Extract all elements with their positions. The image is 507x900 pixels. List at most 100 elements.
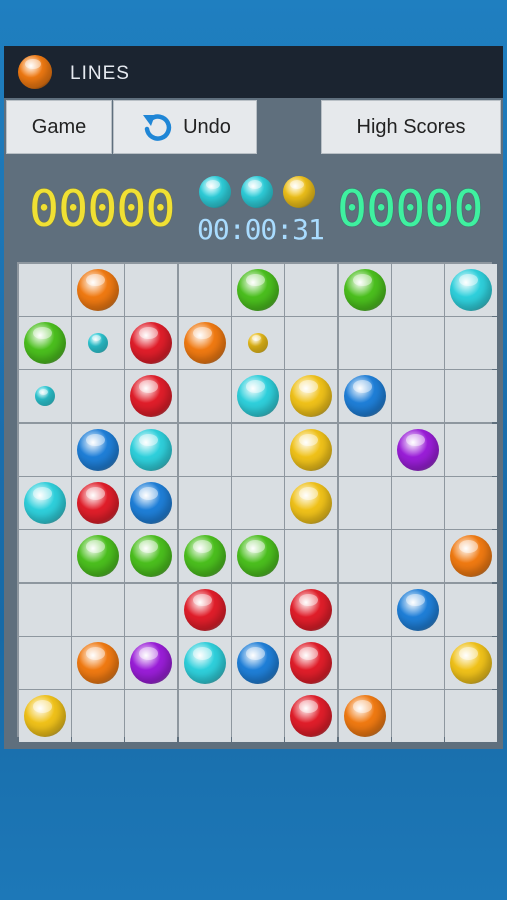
board-cell[interactable]	[391, 476, 444, 529]
board-cell[interactable]	[445, 530, 498, 583]
yellow-ball[interactable]	[450, 641, 493, 684]
board-cell[interactable]	[445, 476, 498, 529]
red-ball[interactable]	[130, 375, 173, 418]
board-cell[interactable]	[285, 370, 338, 423]
board-cell[interactable]	[231, 370, 284, 423]
board-cell[interactable]	[125, 316, 178, 369]
board-cell[interactable]	[178, 530, 231, 583]
board-cell[interactable]	[445, 423, 498, 476]
red-ball[interactable]	[183, 588, 226, 631]
board-cell[interactable]	[445, 690, 498, 743]
board-cell[interactable]	[231, 423, 284, 476]
purple-ball[interactable]	[396, 428, 439, 471]
board-cell[interactable]	[178, 370, 231, 423]
yellow-ball[interactable]	[23, 695, 66, 738]
board-cell[interactable]	[338, 370, 391, 423]
board-cell[interactable]	[231, 476, 284, 529]
green-ball[interactable]	[343, 268, 386, 311]
yellow-ball[interactable]	[290, 481, 333, 524]
blue-ball[interactable]	[76, 428, 119, 471]
board-cell[interactable]	[445, 583, 498, 636]
green-ball[interactable]	[130, 535, 173, 578]
board-cell[interactable]	[125, 263, 178, 316]
green-ball[interactable]	[23, 321, 66, 364]
undo-button[interactable]: Undo	[113, 100, 257, 154]
cyan-ball[interactable]	[183, 641, 226, 684]
orange-ball[interactable]	[76, 268, 119, 311]
board-cell[interactable]	[338, 476, 391, 529]
game-button[interactable]: Game	[6, 100, 112, 154]
board-cell[interactable]	[71, 370, 124, 423]
board-cell[interactable]	[125, 583, 178, 636]
board-cell[interactable]	[18, 476, 71, 529]
cyan-ball[interactable]	[23, 481, 66, 524]
cyan-ball-preview[interactable]	[87, 332, 108, 353]
cyan-ball[interactable]	[450, 268, 493, 311]
board-cell[interactable]	[231, 583, 284, 636]
blue-ball[interactable]	[130, 481, 173, 524]
board-cell[interactable]	[338, 263, 391, 316]
board-cell[interactable]	[285, 636, 338, 689]
board-cell[interactable]	[445, 263, 498, 316]
board-cell[interactable]	[71, 316, 124, 369]
board-cell[interactable]	[18, 423, 71, 476]
board-cell[interactable]	[391, 690, 444, 743]
board-cell[interactable]	[285, 476, 338, 529]
board-cell[interactable]	[231, 316, 284, 369]
board-cell[interactable]	[285, 423, 338, 476]
blue-ball[interactable]	[396, 588, 439, 631]
high-scores-button[interactable]: High Scores	[321, 100, 501, 154]
board-cell[interactable]	[71, 530, 124, 583]
board-cell[interactable]	[285, 690, 338, 743]
board-cell[interactable]	[178, 583, 231, 636]
blue-ball[interactable]	[236, 641, 279, 684]
board-cell[interactable]	[338, 530, 391, 583]
board-cell[interactable]	[285, 263, 338, 316]
board-cell[interactable]	[18, 690, 71, 743]
board-cell[interactable]	[391, 316, 444, 369]
board-cell[interactable]	[71, 690, 124, 743]
board-cell[interactable]	[178, 636, 231, 689]
cyan-ball-preview[interactable]	[34, 386, 55, 407]
blue-ball[interactable]	[343, 375, 386, 418]
board-cell[interactable]	[285, 316, 338, 369]
red-ball[interactable]	[290, 695, 333, 738]
board-cell[interactable]	[71, 476, 124, 529]
board-cell[interactable]	[71, 263, 124, 316]
cyan-ball[interactable]	[236, 375, 279, 418]
red-ball[interactable]	[130, 321, 173, 364]
board-cell[interactable]	[231, 636, 284, 689]
board-cell[interactable]	[231, 263, 284, 316]
board-cell[interactable]	[231, 530, 284, 583]
red-ball[interactable]	[290, 641, 333, 684]
board-cell[interactable]	[125, 690, 178, 743]
board-cell[interactable]	[18, 636, 71, 689]
board-cell[interactable]	[391, 583, 444, 636]
board-cell[interactable]	[18, 263, 71, 316]
orange-ball[interactable]	[76, 641, 119, 684]
yellow-ball[interactable]	[290, 428, 333, 471]
board-cell[interactable]	[445, 636, 498, 689]
board-cell[interactable]	[125, 423, 178, 476]
board-cell[interactable]	[445, 316, 498, 369]
orange-ball[interactable]	[450, 535, 493, 578]
orange-ball[interactable]	[183, 321, 226, 364]
board-cell[interactable]	[445, 370, 498, 423]
board-cell[interactable]	[338, 583, 391, 636]
board-cell[interactable]	[71, 423, 124, 476]
green-ball[interactable]	[236, 535, 279, 578]
board-cell[interactable]	[18, 583, 71, 636]
yellow-ball-preview[interactable]	[247, 332, 268, 353]
board-cell[interactable]	[178, 316, 231, 369]
board-cell[interactable]	[178, 690, 231, 743]
board-cell[interactable]	[391, 636, 444, 689]
board-cell[interactable]	[285, 530, 338, 583]
red-ball[interactable]	[290, 588, 333, 631]
board-cell[interactable]	[391, 530, 444, 583]
board-cell[interactable]	[338, 423, 391, 476]
board-cell[interactable]	[285, 583, 338, 636]
board-cell[interactable]	[125, 636, 178, 689]
board-cell[interactable]	[125, 530, 178, 583]
board-cell[interactable]	[18, 370, 71, 423]
board-cell[interactable]	[231, 690, 284, 743]
